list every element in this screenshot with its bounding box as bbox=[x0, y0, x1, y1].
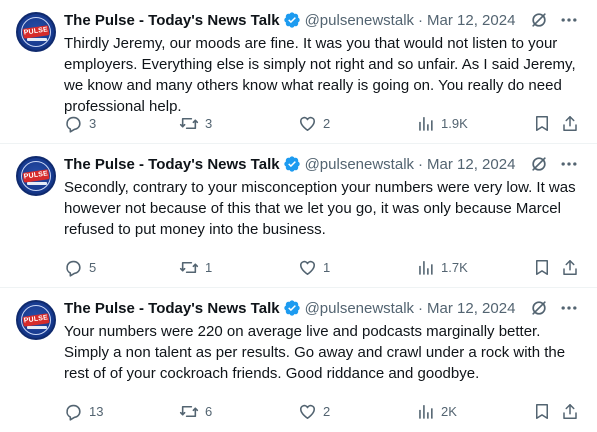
avatar[interactable]: PULSE bbox=[16, 12, 56, 52]
bookmark-icon bbox=[536, 116, 548, 131]
grok-icon[interactable] bbox=[529, 10, 549, 30]
view-count: 2K bbox=[441, 404, 457, 419]
reply-button[interactable]: 3 bbox=[64, 114, 96, 133]
reply-button[interactable]: 5 bbox=[64, 258, 96, 277]
tweet-actions: 3 3 2 1.9K bbox=[64, 114, 582, 134]
reply-icon bbox=[66, 116, 81, 133]
tweet-date[interactable]: Mar 12, 2024 bbox=[427, 300, 515, 317]
bookmark-icon bbox=[536, 404, 548, 419]
avatar[interactable]: PULSE bbox=[16, 300, 56, 340]
repost-button[interactable]: 1 bbox=[179, 258, 212, 277]
separator-dot: · bbox=[418, 11, 424, 29]
reply-icon bbox=[66, 260, 81, 277]
author-name[interactable]: The Pulse - Today's News Talk bbox=[64, 300, 280, 317]
tweet-date[interactable]: Mar 12, 2024 bbox=[427, 12, 515, 29]
author-name[interactable]: The Pulse - Today's News Talk bbox=[64, 12, 280, 29]
like-button[interactable]: 2 bbox=[298, 402, 330, 421]
bookmark-icon bbox=[536, 260, 548, 275]
reply-count: 5 bbox=[89, 260, 97, 275]
repost-count: 3 bbox=[205, 116, 213, 131]
more-options-icon[interactable] bbox=[559, 154, 579, 174]
heart-icon bbox=[299, 404, 316, 420]
repost-count: 1 bbox=[205, 260, 213, 275]
views-chart-icon bbox=[419, 405, 433, 419]
tweet-text: Your numbers were 220 on average live an… bbox=[64, 323, 566, 382]
share-icon bbox=[563, 404, 577, 419]
verified-badge-icon bbox=[283, 12, 300, 28]
verified-badge-icon bbox=[283, 156, 300, 172]
tweet[interactable]: PULSE The Pulse - Today's News Talk @pul… bbox=[0, 288, 597, 432]
heart-icon bbox=[299, 260, 316, 276]
separator-dot: · bbox=[418, 155, 424, 173]
bookmark-button[interactable] bbox=[533, 258, 551, 277]
avatar-subline bbox=[27, 182, 47, 185]
tweet-header: The Pulse - Today's News Talk @pulsenews… bbox=[64, 10, 583, 30]
tweet-content: The Pulse - Today's News Talk @pulsenews… bbox=[64, 10, 583, 117]
tweet-header-actions bbox=[529, 298, 579, 318]
like-button[interactable]: 2 bbox=[298, 114, 330, 133]
repost-icon bbox=[179, 261, 199, 274]
author-handle[interactable]: @pulsenewstalk bbox=[305, 300, 414, 317]
separator-dot: · bbox=[418, 299, 424, 317]
repost-icon bbox=[179, 117, 199, 130]
avatar[interactable]: PULSE bbox=[16, 156, 56, 196]
like-button[interactable]: 1 bbox=[298, 258, 330, 277]
bookmark-button[interactable] bbox=[533, 402, 551, 421]
tweet-actions: 13 6 2 2K bbox=[64, 402, 582, 422]
views-button[interactable]: 2K bbox=[416, 402, 457, 421]
grok-icon[interactable] bbox=[529, 298, 549, 318]
reply-count: 3 bbox=[89, 116, 97, 131]
tweet-header-actions bbox=[529, 154, 579, 174]
share-button[interactable] bbox=[561, 402, 579, 421]
author-handle[interactable]: @pulsenewstalk bbox=[305, 156, 414, 173]
author-handle[interactable]: @pulsenewstalk bbox=[305, 12, 414, 29]
views-chart-icon bbox=[419, 117, 433, 131]
share-icon bbox=[563, 260, 577, 275]
tweet[interactable]: PULSE The Pulse - Today's News Talk @pul… bbox=[0, 144, 597, 288]
repost-icon bbox=[179, 405, 199, 418]
views-button[interactable]: 1.9K bbox=[416, 114, 468, 133]
avatar-subline bbox=[27, 326, 47, 329]
tweet-actions: 5 1 1 1.7K bbox=[64, 258, 582, 278]
tweet-feed: PULSE The Pulse - Today's News Talk @pul… bbox=[0, 0, 597, 432]
tweet-content: The Pulse - Today's News Talk @pulsenews… bbox=[64, 154, 583, 240]
avatar-subline bbox=[27, 38, 47, 41]
tweet-header: The Pulse - Today's News Talk @pulsenews… bbox=[64, 154, 583, 174]
repost-count: 6 bbox=[205, 404, 213, 419]
tweet-header: The Pulse - Today's News Talk @pulsenews… bbox=[64, 298, 583, 318]
view-count: 1.7K bbox=[441, 260, 468, 275]
share-icon bbox=[563, 116, 577, 131]
like-count: 2 bbox=[323, 116, 331, 131]
grok-icon[interactable] bbox=[529, 154, 549, 174]
tweet-text: Thirdly Jeremy, our moods are fine. It w… bbox=[64, 35, 576, 115]
share-button[interactable] bbox=[561, 114, 579, 133]
verified-badge-icon bbox=[283, 300, 300, 316]
reply-icon bbox=[66, 404, 81, 421]
tweet-header-actions bbox=[529, 10, 579, 30]
view-count: 1.9K bbox=[441, 116, 468, 131]
more-options-icon[interactable] bbox=[559, 10, 579, 30]
tweet-date[interactable]: Mar 12, 2024 bbox=[427, 156, 515, 173]
bookmark-button[interactable] bbox=[533, 114, 551, 133]
heart-icon bbox=[299, 116, 316, 132]
like-count: 2 bbox=[323, 404, 331, 419]
views-chart-icon bbox=[419, 261, 433, 275]
reply-button[interactable]: 13 bbox=[64, 402, 103, 421]
author-name[interactable]: The Pulse - Today's News Talk bbox=[64, 156, 280, 173]
repost-button[interactable]: 3 bbox=[179, 114, 212, 133]
views-button[interactable]: 1.7K bbox=[416, 258, 468, 277]
share-button[interactable] bbox=[561, 258, 579, 277]
like-count: 1 bbox=[323, 260, 331, 275]
tweet-content: The Pulse - Today's News Talk @pulsenews… bbox=[64, 298, 583, 384]
tweet-text: Secondly, contrary to your misconception… bbox=[64, 179, 576, 238]
tweet[interactable]: PULSE The Pulse - Today's News Talk @pul… bbox=[0, 0, 597, 144]
repost-button[interactable]: 6 bbox=[179, 402, 212, 421]
reply-count: 13 bbox=[89, 404, 104, 419]
more-options-icon[interactable] bbox=[559, 298, 579, 318]
